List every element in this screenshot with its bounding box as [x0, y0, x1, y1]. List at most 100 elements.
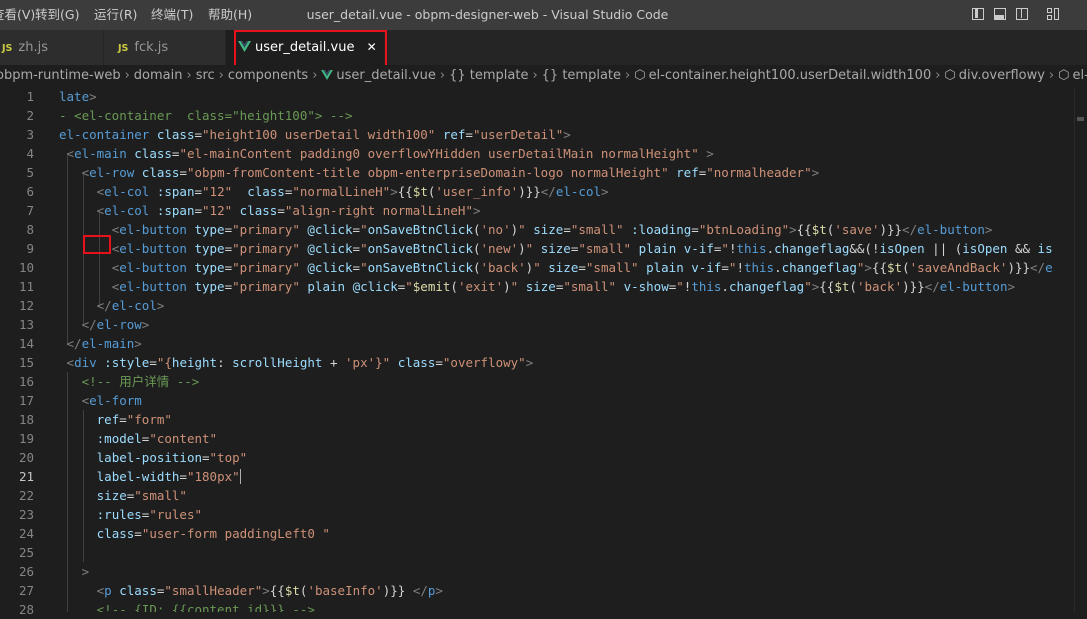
code-token: {{ [796, 222, 812, 237]
code-line: label-position="top" [59, 448, 248, 467]
code-token: )}} [518, 184, 541, 199]
breadcrumb-item[interactable]: components [228, 68, 308, 83]
code-token: > [563, 127, 571, 142]
code-token: type [194, 260, 225, 275]
code-token: changeflag [774, 241, 850, 256]
code-token: el-container [59, 127, 150, 142]
code-token: " [360, 241, 368, 256]
line-number: 23 [18, 507, 34, 522]
code-token: :loading [631, 222, 692, 237]
line-number: 16 [18, 374, 34, 389]
code-token: "rules" [149, 507, 203, 522]
customize-layout-icon[interactable] [1047, 8, 1061, 21]
code-token: el-button [119, 260, 187, 275]
code-token: el-button [119, 279, 187, 294]
code-token: 'back' [480, 260, 526, 275]
code-token: "user-form paddingLeft0 " [141, 526, 330, 541]
code-token: "small" [570, 222, 624, 237]
code-token: ! [736, 260, 744, 275]
code-token: label-position [96, 450, 202, 465]
code-token: < [81, 165, 90, 180]
code-token: = [691, 222, 699, 237]
code-token: size [533, 222, 564, 237]
breadcrumb-item[interactable]: el-container.height100.userDetail.width1… [649, 68, 932, 83]
code-token: "small" [563, 279, 617, 294]
tab-zh-js[interactable]: JS zh.js [0, 30, 104, 65]
code-token: ) [510, 222, 519, 237]
title-bar: 查看(V) 转到(G) 运行(R) 终端(T) 帮助(H) user_detai… [0, 0, 1087, 30]
code-token: class [96, 526, 135, 541]
code-token: = [465, 127, 473, 142]
code-token: "small" [578, 241, 632, 256]
breadcrumb-item[interactable]: src [196, 68, 215, 83]
breadcrumb-item[interactable]: div.overflowy [959, 68, 1045, 83]
code-line: <el-button type="primary" @click="onSave… [59, 239, 1053, 258]
code-token: class [239, 203, 278, 218]
code-token: > [89, 89, 97, 104]
code-token: > [1007, 279, 1015, 294]
breadcrumb-item[interactable]: {} template [542, 68, 621, 83]
line-number: 25 [18, 545, 34, 560]
code-token: el-button [119, 241, 187, 256]
code-token: $t [811, 222, 827, 237]
breadcrumb-item[interactable]: user_detail.vue [336, 68, 435, 83]
vue-file-icon [321, 70, 334, 80]
code-token: type [194, 241, 225, 256]
code-token: el-button [917, 222, 985, 237]
line-number: 11 [18, 279, 34, 294]
code-token: = [179, 469, 187, 484]
code-token: </ [924, 279, 940, 294]
line-number-gutter[interactable]: 1 2 3 4 5 6 7 8 9 10 11 12 13 14 15 16 17 18 19 20 21 22 23 24 2… [0, 87, 55, 617]
code-token: height [171, 355, 218, 370]
code-token: plain [646, 260, 684, 275]
code-token: e [1045, 260, 1053, 275]
code-token: "smallHeader" [164, 583, 263, 598]
code-token: this [736, 241, 767, 256]
code-token: = [563, 222, 571, 237]
breadcrumb-item[interactable]: obpm-runtime-web [0, 68, 121, 83]
code-token: " [360, 260, 368, 275]
breadcrumb-item[interactable]: domain [134, 68, 183, 83]
breadcrumb-item[interactable]: {} template [449, 68, 528, 83]
code-editor[interactable]: late> - <el-container class="height100"> … [59, 87, 1075, 612]
code-token: :span [156, 184, 195, 199]
toggle-sidebar-icon[interactable] [972, 8, 984, 20]
code-token: &&(! [849, 241, 880, 256]
tab-label: zh.js [18, 40, 48, 55]
code-token: el-main [74, 146, 127, 161]
editor-scrollbar[interactable] [1074, 87, 1087, 612]
toggle-secondary-sidebar-icon[interactable] [1016, 8, 1028, 20]
line-number: 27 [18, 583, 34, 598]
code-token: "el-mainContent padding0 overflowYHidden… [179, 146, 699, 161]
code-token: )}} [382, 583, 406, 598]
code-line: <el-col :span="12" class="normalLineH">{… [59, 182, 609, 201]
code-line: label-width="180px" [59, 467, 241, 486]
code-token: isOpen [962, 241, 1008, 256]
breadcrumb-item[interactable]: el-form.user- [1072, 68, 1087, 83]
toggle-panel-icon[interactable] [994, 8, 1006, 20]
code-line: <p class="smallHeader">{{$t('baseInfo')}… [59, 581, 443, 600]
tab-fck-js[interactable]: JS fck.js [104, 30, 226, 65]
code-token: " [405, 279, 413, 294]
code-token: el-col [555, 184, 601, 199]
code-line: <el-button type="primary" plain @click="… [59, 277, 1015, 296]
code-token: > [525, 355, 534, 370]
code-token: :model [96, 431, 142, 446]
